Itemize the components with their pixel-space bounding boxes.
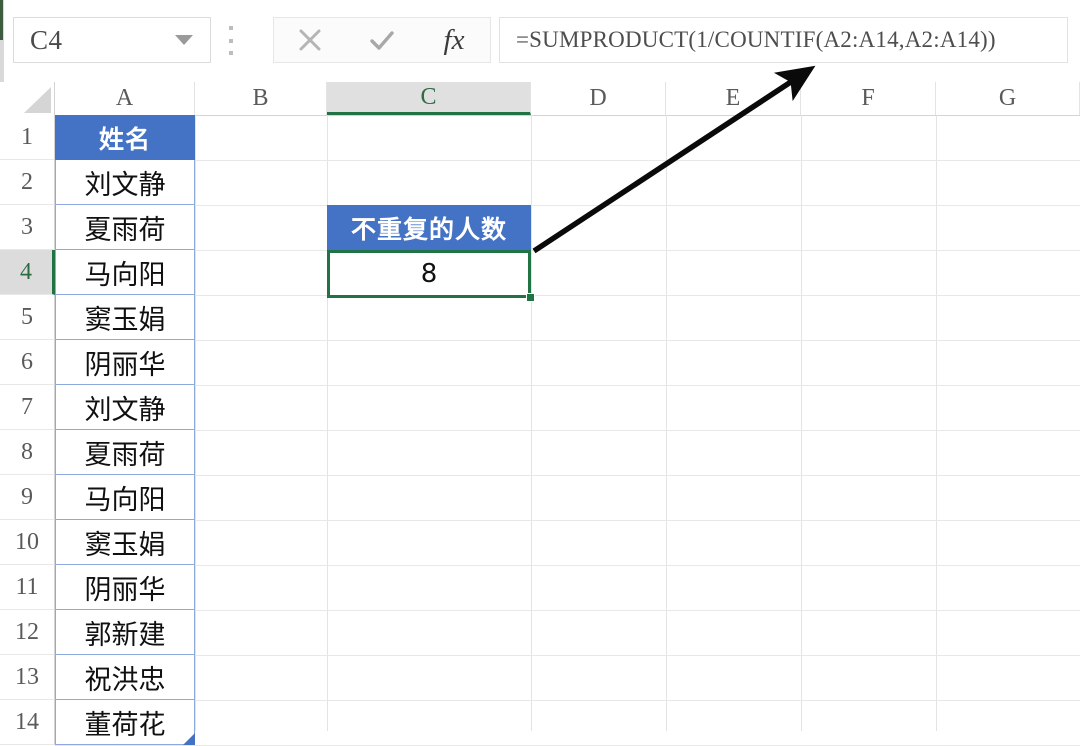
gridline-row-7	[55, 430, 1080, 431]
left-edge-accent	[0, 0, 3, 40]
data-range-corner-marker	[183, 733, 195, 745]
cell-a3[interactable]: 夏雨荷	[55, 205, 195, 250]
gridline-row-3	[55, 250, 1080, 251]
gridline-row-10	[55, 565, 1080, 566]
formula-action-icons: fx	[273, 17, 491, 63]
row-header-11[interactable]: 11	[0, 565, 55, 610]
row-header-2[interactable]: 2	[0, 160, 55, 205]
cell-a2[interactable]: 刘文静	[55, 160, 195, 205]
cell-a9[interactable]: 马向阳	[55, 475, 195, 520]
formula-bar: C4 fx =SUMPRODUCT(1/COUNTIF(A2:A14,A2:A1…	[0, 0, 1080, 83]
fill-handle[interactable]	[526, 293, 535, 302]
check-icon[interactable]	[359, 17, 405, 63]
cell-a1[interactable]: 姓名	[55, 115, 195, 160]
spreadsheet-grid: A B C D E F G 1 2 3 4 5 6 7 8 9 10 11 12…	[0, 82, 1080, 731]
cell-a8[interactable]: 夏雨荷	[55, 430, 195, 475]
gridline-col-e-f	[801, 115, 802, 731]
gridline-row-5	[55, 340, 1080, 341]
name-box-value: C4	[14, 25, 175, 56]
cell-a12[interactable]: 郭新建	[55, 610, 195, 655]
gridline-row-2	[55, 205, 1080, 206]
row-header-13[interactable]: 13	[0, 655, 55, 700]
cell-a13[interactable]: 祝洪忠	[55, 655, 195, 700]
gridline-row-11	[55, 610, 1080, 611]
gridline-col-a-b	[195, 115, 196, 731]
row-header-12[interactable]: 12	[0, 610, 55, 655]
formula-input[interactable]: =SUMPRODUCT(1/COUNTIF(A2:A14,A2:A14))	[499, 17, 1068, 63]
gridline-col-c-d	[531, 115, 532, 731]
gridline-row-4	[55, 295, 1080, 296]
row-header-14[interactable]: 14	[0, 700, 55, 745]
close-x-icon[interactable]	[287, 17, 333, 63]
row-header-4[interactable]: 4	[0, 250, 55, 295]
row-header-1[interactable]: 1	[0, 115, 55, 160]
column-header-d[interactable]: D	[531, 82, 666, 115]
row-header-6[interactable]: 6	[0, 340, 55, 385]
gridline-row-8	[55, 475, 1080, 476]
name-box[interactable]: C4	[13, 17, 211, 63]
gridline-row-6	[55, 385, 1080, 386]
select-all-triangle-icon	[24, 87, 51, 113]
gridline-col-d-e	[666, 115, 667, 731]
column-header-b[interactable]: B	[195, 82, 327, 115]
select-all-button[interactable]	[0, 82, 55, 115]
cell-a14[interactable]: 董荷花	[55, 700, 195, 745]
gridline-row-9	[55, 520, 1080, 521]
cell-a7[interactable]: 刘文静	[55, 385, 195, 430]
cell-c3[interactable]: 不重复的人数	[327, 205, 531, 250]
column-header-a[interactable]: A	[55, 82, 195, 115]
column-header-e[interactable]: E	[666, 82, 801, 115]
cell-a5[interactable]: 窦玉娟	[55, 295, 195, 340]
gridline-row-12	[55, 655, 1080, 656]
column-header-c[interactable]: C	[327, 82, 531, 115]
chevron-down-icon[interactable]	[175, 35, 193, 45]
fx-label: fx	[444, 24, 465, 57]
cell-a4[interactable]: 马向阳	[55, 250, 195, 295]
row-header-10[interactable]: 10	[0, 520, 55, 565]
toolbar-divider-dots	[229, 26, 233, 55]
column-header-f[interactable]: F	[801, 82, 936, 115]
cell-a11[interactable]: 阴丽华	[55, 565, 195, 610]
row-header-8[interactable]: 8	[0, 430, 55, 475]
row-header-3[interactable]: 3	[0, 205, 55, 250]
cell-a10[interactable]: 窦玉娟	[55, 520, 195, 565]
row-header-7[interactable]: 7	[0, 385, 55, 430]
row-header-5[interactable]: 5	[0, 295, 55, 340]
formula-value: =SUMPRODUCT(1/COUNTIF(A2:A14,A2:A14))	[500, 27, 996, 53]
gridline-col-f-g	[936, 115, 937, 731]
cell-c4-selected[interactable]: 8	[327, 250, 531, 298]
fx-icon[interactable]: fx	[431, 17, 477, 63]
row-header-9[interactable]: 9	[0, 475, 55, 520]
gridline-row-1	[55, 160, 1080, 161]
gridline-row-13	[55, 700, 1080, 701]
column-header-g[interactable]: G	[936, 82, 1080, 115]
cell-a6[interactable]: 阴丽华	[55, 340, 195, 385]
